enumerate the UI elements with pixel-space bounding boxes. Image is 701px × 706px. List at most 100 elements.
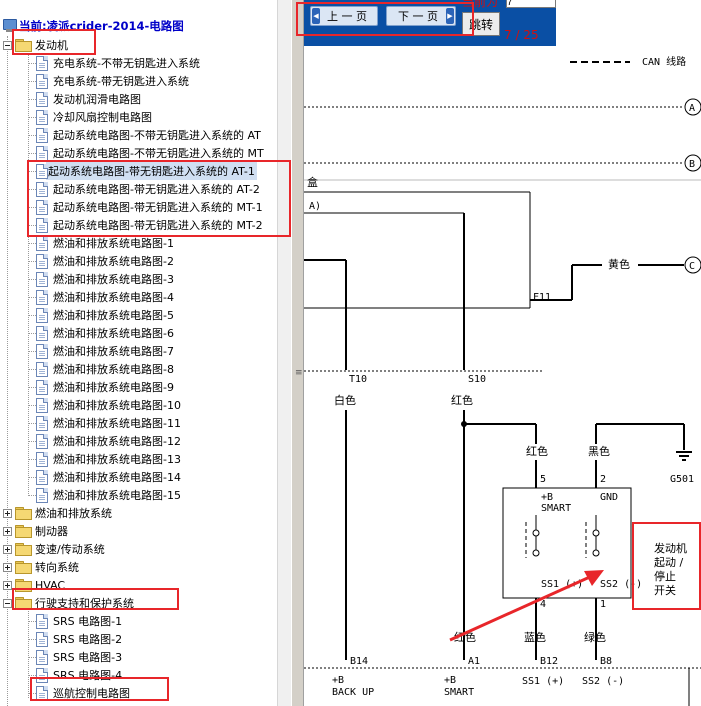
pane-splitter[interactable]: ≡ (291, 0, 304, 706)
tree-item-engine-23[interactable]: 燃油和排放系统电路图-14 (36, 468, 181, 486)
tree-item-engine-0[interactable]: 充电系统-不带无钥匙进入系统 (36, 54, 200, 72)
tree-item-safety-2[interactable]: SRS 电路图-3 (36, 648, 122, 666)
document-icon (36, 415, 48, 431)
switch-smart: SMART (541, 503, 571, 514)
tree-folder-0[interactable]: 燃油和排放系统 (3, 504, 112, 522)
document-label: 燃油和排放系统电路图-13 (53, 453, 181, 466)
document-label: SRS 电路图-3 (53, 651, 123, 664)
tree-folder-4[interactable]: HVAC (3, 576, 65, 594)
document-label: 燃油和排放系统电路图-4 (53, 291, 174, 304)
document-label: SRS 电路图-2 (53, 633, 123, 646)
tree-item-engine-3[interactable]: 冷却风扇控制电路图 (36, 108, 152, 126)
document-icon (36, 235, 48, 251)
document-icon (36, 145, 48, 161)
tree-folder-engine[interactable]: 发动机 (3, 36, 68, 54)
document-icon (36, 163, 48, 179)
document-label: 充电系统-不带无钥匙进入系统 (53, 57, 200, 70)
pin-t10: T10 (349, 374, 367, 385)
tree-folder-3[interactable]: 转向系统 (3, 558, 79, 576)
document-label: 冷却风扇控制电路图 (53, 111, 152, 124)
folder-icon (15, 561, 32, 574)
document-label: 起动系统电路图-不带无钥匙进入系统的 MT (53, 147, 264, 160)
tree-item-engine-15[interactable]: 燃油和排放系统电路图-6 (36, 324, 174, 342)
document-label: 燃油和排放系统电路图-6 (53, 327, 174, 340)
tree-item-engine-7[interactable]: 起动系统电路图-带无钥匙进入系统的 AT-2 (36, 180, 260, 198)
tree-item-engine-24[interactable]: 燃油和排放系统电路图-15 (36, 486, 181, 504)
tree-item-engine-2[interactable]: 发动机润滑电路图 (36, 90, 141, 108)
document-label: 充电系统-带无钥匙进入系统 (53, 75, 189, 88)
document-icon (36, 91, 48, 107)
expand-icon[interactable] (3, 580, 12, 590)
tree-item-safety-1[interactable]: SRS 电路图-2 (36, 630, 122, 648)
document-label: 起动系统电路图-带无钥匙进入系统的 AT-1 (46, 162, 257, 180)
document-label: 起动系统电路图-不带无钥匙进入系统的 AT (53, 129, 261, 142)
document-icon (36, 253, 48, 269)
jump-button[interactable]: 跳转 (462, 12, 500, 36)
tree-folder-safety[interactable]: 行驶支持和保护系统 (3, 594, 134, 612)
expand-icon[interactable] (3, 562, 12, 572)
tree-folder-1[interactable]: 制动器 (3, 522, 68, 540)
page-indicator: 7 / 25 (504, 28, 539, 42)
document-icon (36, 397, 48, 413)
collapse-icon[interactable] (3, 598, 12, 608)
collapse-icon[interactable] (3, 40, 12, 50)
tree-item-engine-11[interactable]: 燃油和排放系统电路图-2 (36, 252, 174, 270)
connector-a: A (684, 98, 701, 116)
tree-item-engine-22[interactable]: 燃油和排放系统电路图-13 (36, 450, 181, 468)
prev-page-button[interactable]: ◀ 上 一 页 (310, 6, 378, 26)
tree-scrollbar[interactable] (277, 0, 291, 706)
tree-item-engine-4[interactable]: 起动系统电路图-不带无钥匙进入系统的 AT (36, 126, 261, 144)
tree-item-engine-5[interactable]: 起动系统电路图-不带无钥匙进入系统的 MT (36, 144, 264, 162)
document-icon (36, 451, 48, 467)
tree-item-engine-16[interactable]: 燃油和排放系统电路图-7 (36, 342, 174, 360)
tree-root-title: 当前:凌派crider-2014-电路图 (19, 19, 184, 33)
folder-icon (15, 39, 32, 52)
document-icon (36, 289, 48, 305)
document-label: 燃油和排放系统电路图-3 (53, 273, 174, 286)
tree-folder-2[interactable]: 变速/传动系统 (3, 540, 105, 558)
next-page-button[interactable]: 下 一 页 ▶ (386, 6, 456, 26)
switch-b-plus: +B (541, 492, 553, 503)
tree-item-engine-8[interactable]: 起动系统电路图-带无钥匙进入系统的 MT-1 (36, 198, 263, 216)
document-icon (36, 127, 48, 143)
tree-item-engine-21[interactable]: 燃油和排放系统电路图-12 (36, 432, 181, 450)
tree-item-engine-1[interactable]: 充电系统-带无钥匙进入系统 (36, 72, 189, 90)
document-label: 起动系统电路图-带无钥匙进入系统的 MT-1 (53, 201, 263, 214)
document-label: 燃油和排放系统电路图-5 (53, 309, 174, 322)
tree-item-engine-9[interactable]: 起动系统电路图-带无钥匙进入系统的 MT-2 (36, 216, 263, 234)
tree-item-safety-0[interactable]: SRS 电路图-1 (36, 612, 122, 630)
tree-item-engine-19[interactable]: 燃油和排放系统电路图-10 (36, 396, 181, 414)
tree-item-engine-17[interactable]: 燃油和排放系统电路图-8 (36, 360, 174, 378)
folder-icon (15, 597, 32, 610)
switch-name: 发动机 起动 / 停止 开关 (654, 541, 687, 597)
svg-text:BACK UP: BACK UP (332, 687, 374, 698)
grip-icon: ≡ (295, 368, 303, 378)
tree-root[interactable]: 当前:凌派crider-2014-电路图 (2, 17, 184, 35)
left-arrow-icon: ◀ (312, 8, 320, 24)
tree-item-engine-12[interactable]: 燃油和排放系统电路图-3 (36, 270, 174, 288)
tree-item-engine-10[interactable]: 燃油和排放系统电路图-1 (36, 234, 174, 252)
folder-icon (15, 543, 32, 556)
tree-item-engine-20[interactable]: 燃油和排放系统电路图-11 (36, 414, 181, 432)
red-wire-label-1: 红色 (451, 393, 473, 407)
tree-item-engine-13[interactable]: 燃油和排放系统电路图-4 (36, 288, 174, 306)
tree-item-safety-3[interactable]: SRS 电路图-4 (36, 666, 122, 684)
folder-label: 发动机 (35, 39, 68, 52)
expand-icon[interactable] (3, 544, 12, 554)
svg-text:+B: +B (332, 675, 344, 686)
right-arrow-icon: ▶ (446, 8, 454, 24)
page-number-input[interactable] (506, 0, 556, 8)
bottom-label-backup: +B BACK UP (332, 675, 374, 698)
tree-item-engine-14[interactable]: 燃油和排放系统电路图-5 (36, 306, 174, 324)
tree-item-safety-4[interactable]: 巡航控制电路图 (36, 684, 130, 702)
document-label: 燃油和排放系统电路图-2 (53, 255, 174, 268)
document-label: 燃油和排放系统电路图-14 (53, 471, 181, 484)
document-label: 燃油和排放系统电路图-11 (53, 417, 181, 430)
expand-icon[interactable] (3, 526, 12, 536)
ground-label: G501 (670, 474, 694, 485)
tree-item-engine-18[interactable]: 燃油和排放系统电路图-9 (36, 378, 174, 396)
svg-text:+B: +B (444, 675, 456, 686)
tree-item-engine-6[interactable]: 起动系统电路图-带无钥匙进入系统的 AT-1 (36, 162, 257, 180)
expand-icon[interactable] (3, 508, 12, 518)
svg-text:A: A (689, 103, 695, 114)
